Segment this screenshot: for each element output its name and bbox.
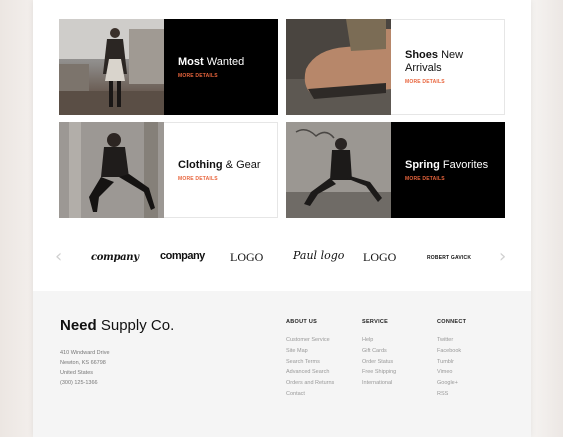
address-line: 410 Windward Drive <box>60 350 110 356</box>
footer-link[interactable]: Help <box>362 335 396 346</box>
promo-panel: Clothing & Gear MORE DETAILS <box>164 122 278 218</box>
footer-link[interactable]: Gift Cards <box>362 346 396 357</box>
brand-logo[interactable]: company <box>160 250 205 262</box>
footer-link[interactable]: Site Map <box>286 346 334 357</box>
promo-tile-most-wanted[interactable]: Most Wanted MORE DETAILS <box>59 19 278 115</box>
footer-link[interactable]: International <box>362 378 396 389</box>
promo-title: Spring Favorites <box>405 158 489 171</box>
footer-brand: Need Supply Co. <box>60 317 175 334</box>
more-details-link[interactable]: MORE DETAILS <box>178 73 278 79</box>
footer-link[interactable]: Free Shipping <box>362 367 396 378</box>
brand-logo[interactable]: company <box>91 252 139 263</box>
footer-column-title: SERVICE <box>362 319 389 325</box>
footer-link[interactable]: Tumblr <box>437 357 466 368</box>
brand-logo-carousel: ‹ company company LOGO Paul logo LOGO RO… <box>33 240 531 274</box>
carousel-next-arrow-icon[interactable]: › <box>499 246 506 267</box>
promo-image-boot <box>286 19 391 115</box>
brand-logo[interactable]: ROBERT GAVICK <box>427 255 471 261</box>
promo-image-woman-seated <box>59 122 164 218</box>
footer-column-connect: CONNECT Twitter Facebook Tumblr Vimeo Go… <box>437 319 466 400</box>
footer-link[interactable]: Search Terms <box>286 357 334 368</box>
address-phone: (300) 125-1366 <box>60 380 98 386</box>
promo-panel: Most Wanted MORE DETAILS <box>164 19 278 115</box>
footer-link[interactable]: Contact <box>286 389 334 400</box>
promo-title: Clothing & Gear <box>178 158 261 171</box>
footer-address: 410 Windward Drive Newton, KS 66798 Unit… <box>60 348 110 388</box>
brand-logo[interactable]: LOGO <box>363 250 396 265</box>
promo-image-woman-street <box>59 19 164 115</box>
footer-column-title: CONNECT <box>437 319 467 325</box>
footer-link[interactable]: Order Status <box>362 357 396 368</box>
footer-link[interactable]: Facebook <box>437 346 466 357</box>
page-container: Most Wanted MORE DETAILS Shoes New Arriva… <box>33 0 531 437</box>
address-line: Newton, KS 66798 <box>60 360 106 366</box>
promo-image-man-seated <box>286 122 391 218</box>
footer-column-title: ABOUT US <box>286 319 318 325</box>
footer-link[interactable]: Customer Service <box>286 335 334 346</box>
footer-column-service: SERVICE Help Gift Cards Order Status Fre… <box>362 319 396 389</box>
promo-title: Shoes New Arrivals <box>405 49 464 74</box>
carousel-prev-arrow-icon[interactable]: ‹ <box>55 246 62 267</box>
promo-tile-spring[interactable]: Spring Favorites MORE DETAILS <box>286 122 505 218</box>
promo-title: Most Wanted <box>178 55 245 68</box>
footer-link[interactable]: RSS <box>437 389 466 400</box>
more-details-link[interactable]: MORE DETAILS <box>405 79 504 85</box>
footer-link[interactable]: Orders and Returns <box>286 378 334 389</box>
footer-link[interactable]: Advanced Search <box>286 367 334 378</box>
promo-tile-shoes[interactable]: Shoes New Arrivals MORE DETAILS <box>286 19 505 115</box>
more-details-link[interactable]: MORE DETAILS <box>405 176 505 182</box>
footer-link[interactable]: Google+ <box>437 378 466 389</box>
footer-link[interactable]: Twitter <box>437 335 466 346</box>
promo-panel: Shoes New Arrivals MORE DETAILS <box>391 19 505 115</box>
more-details-link[interactable]: MORE DETAILS <box>178 176 277 182</box>
site-footer: Need Supply Co. 410 Windward Drive Newto… <box>33 291 531 437</box>
footer-column-about: ABOUT US Customer Service Site Map Searc… <box>286 319 334 400</box>
brand-logo[interactable]: LOGO <box>230 250 263 265</box>
promo-panel: Spring Favorites MORE DETAILS <box>391 122 505 218</box>
brand-logo[interactable]: Paul logo <box>293 249 344 262</box>
promo-tile-clothing[interactable]: Clothing & Gear MORE DETAILS <box>59 122 278 218</box>
footer-link[interactable]: Vimeo <box>437 367 466 378</box>
address-line: United States <box>60 370 94 376</box>
